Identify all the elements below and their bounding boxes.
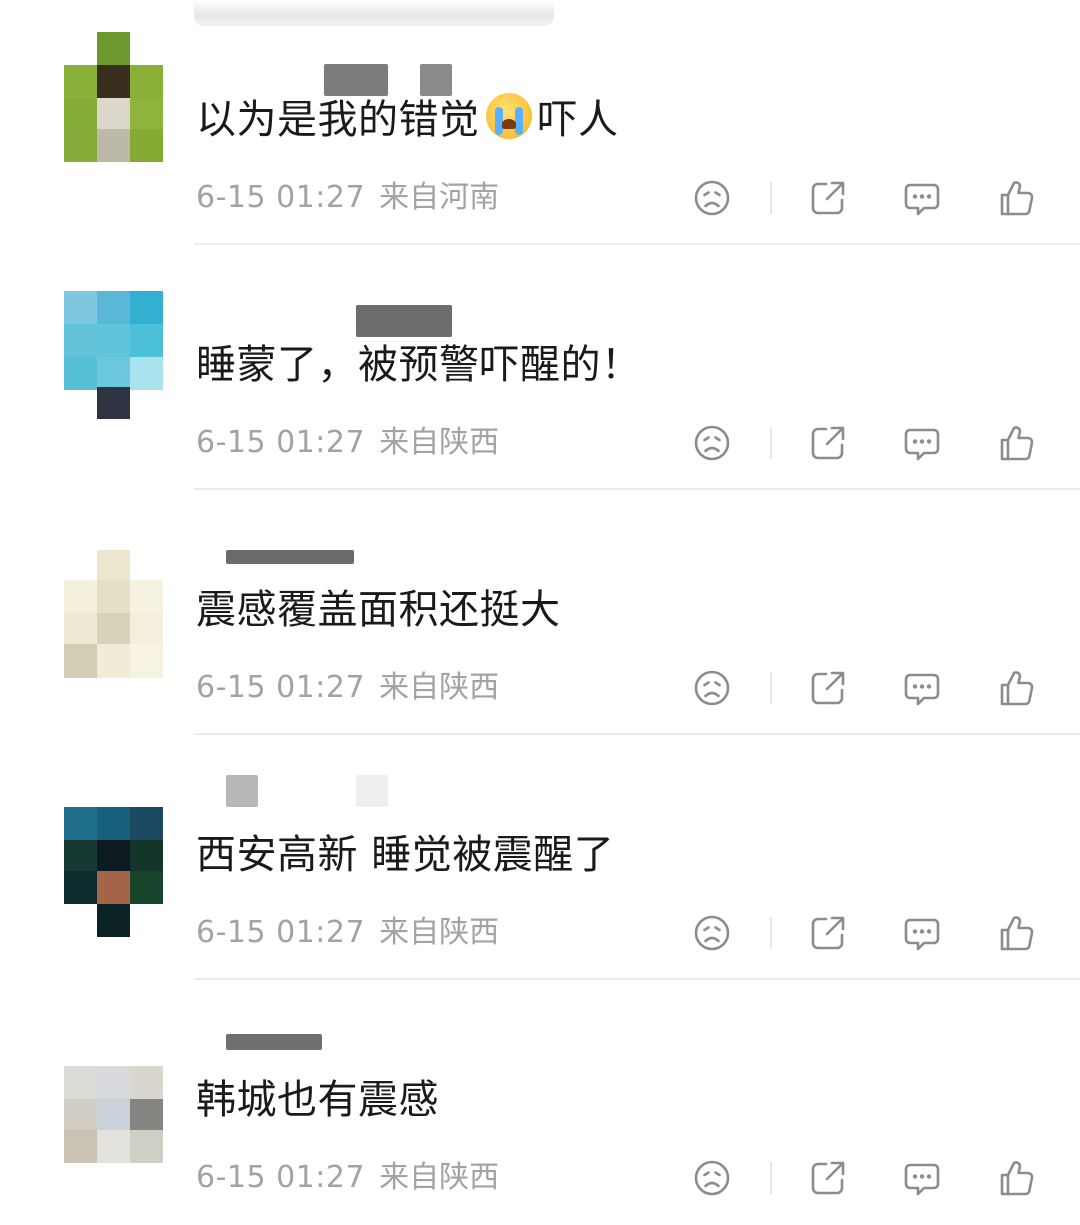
comment-actions (690, 911, 1070, 955)
comment-text: 韩城也有震感 (196, 1072, 439, 1128)
sad-face-icon[interactable] (690, 911, 734, 955)
comment-meta: 6-15 01:27 来自陕西 (196, 911, 499, 955)
comment-actions (690, 421, 1070, 465)
avatar[interactable] (64, 32, 163, 162)
comment-text: 以为是我的错觉 吓人 (196, 92, 619, 148)
thumbs-up-icon[interactable] (994, 911, 1038, 955)
comment-text: 睡蒙了，被预警吓醒的！ (196, 337, 642, 393)
comment-bubble-icon[interactable] (900, 176, 944, 220)
action-divider (770, 427, 772, 459)
comment-item: 西安高新 睡觉被震醒了 6-15 01:27 来自陕西 (0, 735, 1080, 980)
action-divider (770, 1162, 772, 1194)
comment-location: 来自陕西 (379, 1160, 500, 1195)
comment-actions (690, 666, 1070, 710)
comment-location: 来自陕西 (379, 425, 500, 460)
avatar[interactable] (64, 277, 163, 419)
thumbs-up-icon[interactable] (994, 421, 1038, 465)
comment-meta: 6-15 01:27 来自陕西 (196, 1156, 499, 1200)
thumbs-up-icon[interactable] (994, 1156, 1038, 1200)
comment-text: 西安高新 睡觉被震醒了 (196, 827, 614, 883)
share-icon[interactable] (806, 421, 850, 465)
share-icon[interactable] (806, 911, 850, 955)
crying-face-emoji (485, 93, 532, 139)
comment-actions (690, 176, 1070, 220)
avatar[interactable] (64, 767, 163, 937)
comment-time: 6-15 01:27 (196, 180, 366, 215)
share-icon[interactable] (806, 176, 850, 220)
comment-location: 来自河南 (379, 180, 500, 215)
comment-time: 6-15 01:27 (196, 425, 366, 460)
comment-time: 6-15 01:27 (196, 1160, 366, 1195)
avatar[interactable] (64, 1012, 163, 1163)
comment-item: 睡蒙了，被预警吓醒的！ 6-15 01:27 来自陕西 (0, 245, 1080, 490)
comment-text-part: 以为是我的错觉 (196, 97, 480, 143)
thumbs-up-icon[interactable] (994, 176, 1038, 220)
comment-bubble-icon[interactable] (900, 666, 944, 710)
share-icon[interactable] (806, 1156, 850, 1200)
share-icon[interactable] (806, 666, 850, 710)
comment-time: 6-15 01:27 (196, 670, 366, 705)
comment-actions (690, 1156, 1070, 1200)
comment-location: 来自陕西 (379, 915, 500, 950)
comment-time: 6-15 01:27 (196, 915, 366, 950)
comment-item: 以为是我的错觉 吓人 6-15 01:27 来自河南 (0, 0, 1080, 245)
sad-face-icon[interactable] (690, 666, 734, 710)
comment-bubble-icon[interactable] (900, 1156, 944, 1200)
action-divider (770, 672, 772, 704)
comment-text-part: 西安高新 睡觉被震醒了 (196, 832, 615, 878)
comment-item: 韩城也有震感 6-15 01:27 来自陕西 (0, 980, 1080, 1225)
comment-bubble-icon[interactable] (900, 911, 944, 955)
action-divider (770, 917, 772, 949)
comment-bubble-icon[interactable] (900, 421, 944, 465)
sad-face-icon[interactable] (690, 421, 734, 465)
comment-text-part: 韩城也有震感 (196, 1077, 439, 1123)
action-divider (770, 182, 772, 214)
comment-text-part: 睡蒙了，被预警吓醒的！ (196, 342, 642, 388)
thumbs-up-icon[interactable] (994, 666, 1038, 710)
comment-location: 来自陕西 (379, 670, 500, 705)
comment-text: 震感覆盖面积还挺大 (196, 582, 561, 638)
comment-meta: 6-15 01:27 来自陕西 (196, 666, 499, 710)
comment-meta: 6-15 01:27 来自河南 (196, 176, 499, 220)
avatar[interactable] (64, 522, 163, 678)
comment-item: 震感覆盖面积还挺大 6-15 01:27 来自陕西 (0, 490, 1080, 735)
sad-face-icon[interactable] (690, 176, 734, 220)
comment-text-part: 吓人 (537, 97, 619, 143)
comment-text-part: 震感覆盖面积还挺大 (196, 587, 561, 633)
comment-meta: 6-15 01:27 来自陕西 (196, 421, 499, 465)
sad-face-icon[interactable] (690, 1156, 734, 1200)
